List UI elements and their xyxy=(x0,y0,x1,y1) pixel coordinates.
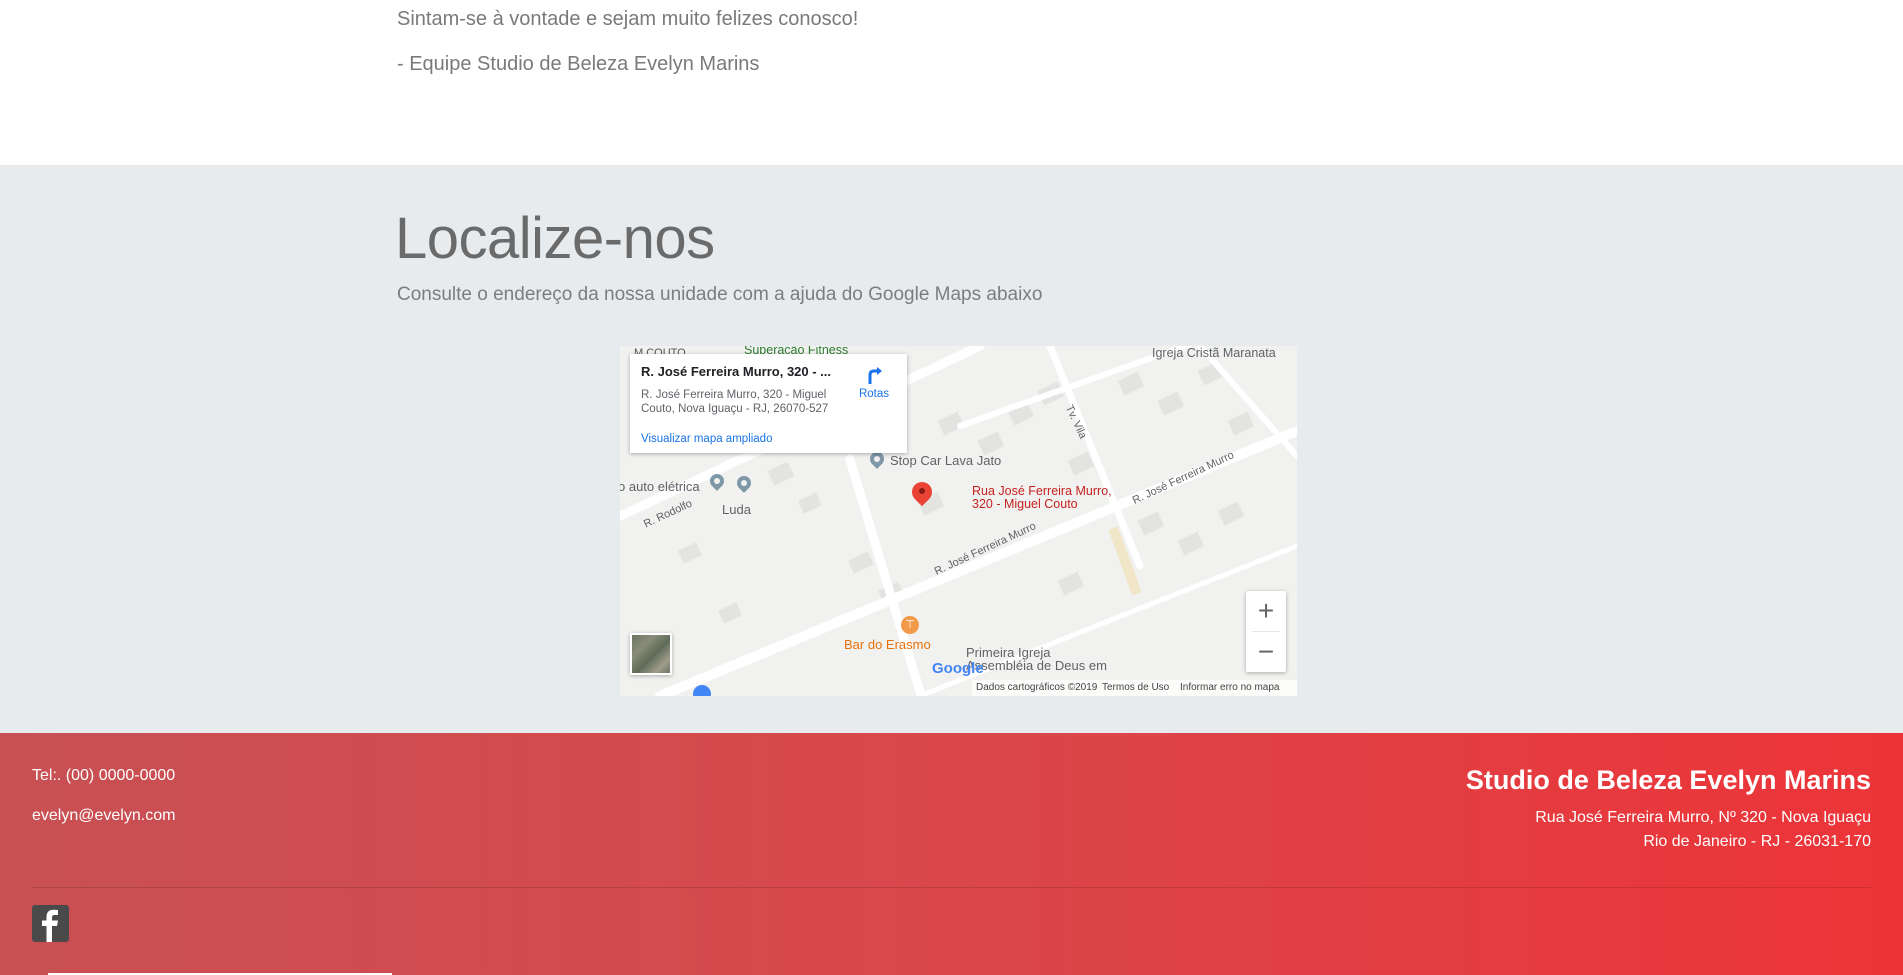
locate-subtitle: Consulte o endereço da nossa unidade com… xyxy=(397,284,1043,305)
info-title: R. José Ferreira Murro, 320 - ... xyxy=(641,364,832,379)
place-auto-eletrica[interactable]: o auto elétrica xyxy=(620,479,700,494)
map-terms-link[interactable]: Termos de Uso xyxy=(1102,682,1169,693)
intro-section: Sintam-se à vontade e sejam muito felize… xyxy=(0,0,1903,165)
place-igreja-maranata[interactable]: Igreja Cristã Maranata xyxy=(1152,346,1276,360)
map-report-link[interactable]: Informar erro no mapa xyxy=(1180,682,1280,693)
locate-section: Localize-nos Consulte o endereço da noss… xyxy=(0,165,1903,733)
intro-message: Sintam-se à vontade e sejam muito felize… xyxy=(397,8,859,30)
place-stop-car[interactable]: Stop Car Lava Jato xyxy=(890,453,1001,468)
footer-divider xyxy=(32,887,1871,888)
place-assembleia[interactable]: Assembléia de Deus em xyxy=(966,658,1107,673)
locate-title: Localize-nos xyxy=(395,206,715,271)
place-luda[interactable]: Luda xyxy=(722,502,751,517)
info-address: R. José Ferreira Murro, 320 - Miguel Cou… xyxy=(641,389,829,415)
zoom-in-button[interactable]: + xyxy=(1246,591,1286,631)
satellite-toggle[interactable] xyxy=(630,633,672,675)
marker-label-line1[interactable]: Rua José Ferreira Murro, xyxy=(972,484,1112,498)
map-data-credit[interactable]: Dados cartográficos ©2019 xyxy=(976,682,1097,693)
marker-label-line2[interactable]: 320 - Miguel Couto xyxy=(972,497,1078,511)
marker-dot xyxy=(919,488,925,494)
site-footer: Tel:. (00) 0000-0000 evelyn@evelyn.com S… xyxy=(0,733,1903,975)
restaurant-icon[interactable]: ⊤ xyxy=(901,616,919,634)
directions-button[interactable]: Rotas xyxy=(854,364,894,400)
zoom-out-button[interactable]: − xyxy=(1246,632,1286,672)
footer-brand: Studio de Beleza Evelyn Marins xyxy=(1465,765,1871,795)
map-attribution: Dados cartográficos ©2019 Termos de Uso … xyxy=(972,680,1297,696)
zoom-controls: + − xyxy=(1246,591,1286,672)
map-info-window: R. José Ferreira Murro, 320 - ... R. Jos… xyxy=(630,354,907,453)
view-larger-map-link[interactable]: Visualizar mapa ampliado xyxy=(641,433,772,445)
facebook-icon[interactable] xyxy=(32,905,69,942)
intro-signature: - Equipe Studio de Beleza Evelyn Marins xyxy=(397,53,760,75)
directions-icon xyxy=(868,367,882,384)
footer-phone[interactable]: Tel:. (00) 0000-0000 xyxy=(32,767,175,785)
place-bar-do-erasmo[interactable]: Bar do Erasmo xyxy=(844,637,931,652)
google-map[interactable]: Superação Fitness M COUTO Igreja Cristã … xyxy=(620,346,1297,696)
google-logo: Google xyxy=(932,660,984,677)
footer-address-line2: Rio de Janeiro - RJ - 26031-170 xyxy=(1643,833,1871,850)
footer-email[interactable]: evelyn@evelyn.com xyxy=(32,807,175,825)
footer-address-line1: Rua José Ferreira Murro, Nº 320 - Nova I… xyxy=(1535,809,1871,826)
directions-label: Rotas xyxy=(858,388,890,400)
facebook-glyph xyxy=(42,909,58,942)
